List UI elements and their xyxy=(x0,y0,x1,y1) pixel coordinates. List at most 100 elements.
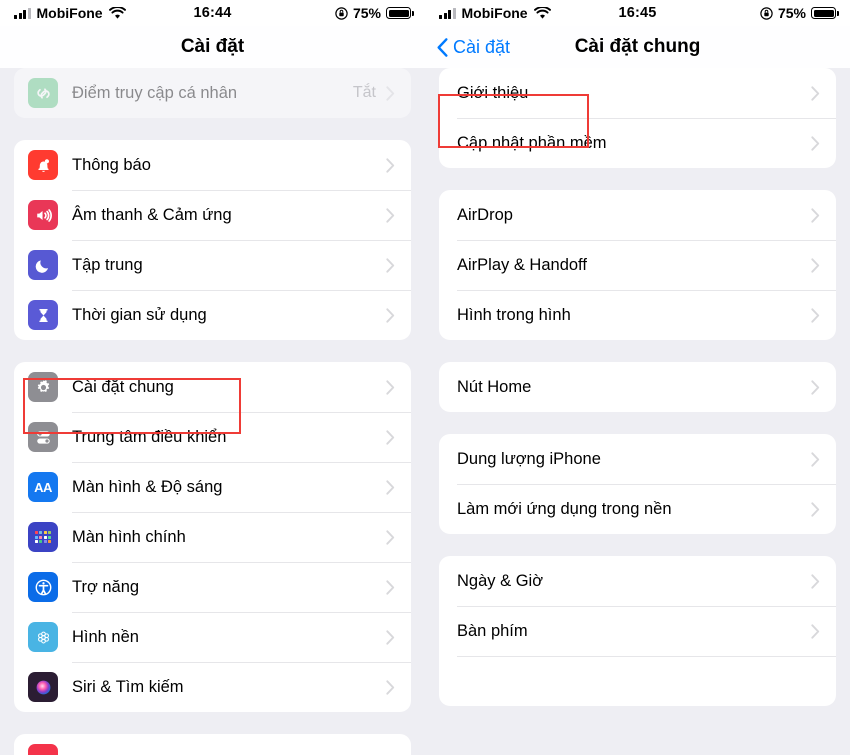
battery-percent-label: 75% xyxy=(352,5,381,21)
rotation-lock-icon xyxy=(335,6,348,20)
right-settings-list[interactable]: Giới thiệu Cập nhật phần mềm AirDrop Air… xyxy=(425,68,850,755)
settings-row-label: Làm mới ứng dụng trong nền xyxy=(457,499,672,518)
settings-row-label: Nút Home xyxy=(457,377,532,396)
chevron-right-icon xyxy=(386,579,395,595)
settings-row-b-n-ph-m[interactable]: Bàn phím xyxy=(439,606,836,656)
settings-row-m-n-h-nh-s-ng[interactable]: AA Màn hình & Độ sáng xyxy=(14,462,411,512)
settings-row-label: AirPlay & Handoff xyxy=(457,255,587,274)
settings-row-label: Siri & Tìm kiếm xyxy=(72,677,184,696)
settings-row-i-m-truy-c-p-c-nh-n[interactable]: Điểm truy cập cá nhân Tắt xyxy=(14,68,411,118)
chevron-right-icon xyxy=(811,623,820,639)
settings-row-label: Thời gian sử dụng xyxy=(72,305,207,324)
settings-row-label: Màn hình chính xyxy=(72,527,186,546)
chevron-right-icon xyxy=(811,85,820,101)
left-settings-list[interactable]: Điểm truy cập cá nhân Tắt Thông báo Âm th… xyxy=(0,68,425,755)
settings-row-label: Trung tâm điều khiển xyxy=(72,427,227,446)
focus-moon-icon xyxy=(28,250,58,280)
settings-row-m-thanh-c-m-ng[interactable]: Âm thanh & Cảm ứng xyxy=(14,190,411,240)
chevron-right-icon xyxy=(386,629,395,645)
settings-row-label: Giới thiệu xyxy=(457,83,529,102)
status-bar-right: 75% xyxy=(760,5,839,21)
settings-row-label: Ngày & Giờ xyxy=(457,571,544,590)
right-phone-screen: MobiFone 16:45 75% Cài đặt Cài đặt chung… xyxy=(425,0,850,755)
wallpaper-flower-icon xyxy=(28,622,58,652)
right-status-bar: MobiFone 16:45 75% xyxy=(425,0,850,26)
chevron-right-icon xyxy=(386,207,395,223)
right-nav-bar: Cài đặt Cài đặt chung xyxy=(425,26,850,68)
left-phone-screen: MobiFone 16:44 75% Cài đặt Điểm truy cập… xyxy=(0,0,425,755)
settings-group: Cài đặt chung Trung tâm điều khiển AA Màn… xyxy=(14,362,411,712)
settings-row-dung-l-ng-iphone[interactable]: Dung lượng iPhone xyxy=(439,434,836,484)
sound-speaker-icon xyxy=(28,200,58,230)
chevron-right-icon xyxy=(811,307,820,323)
settings-row-label: Hình trong hình xyxy=(457,305,571,324)
siri-orb-icon xyxy=(28,672,58,702)
battery-percent-label: 75% xyxy=(777,5,806,21)
settings-group: Dung lượng iPhone Làm mới ứng dụng trong… xyxy=(439,434,836,534)
status-bar-right: 75% xyxy=(335,5,414,21)
settings-row-siri-t-m-ki-m[interactable]: Siri & Tìm kiếm xyxy=(14,662,411,712)
settings-group: Nút Home xyxy=(439,362,836,412)
settings-row-label: Bàn phím xyxy=(457,621,528,640)
left-status-bar: MobiFone 16:44 75% xyxy=(0,0,425,26)
general-gear-icon xyxy=(28,372,58,402)
back-button[interactable]: Cài đặt xyxy=(425,37,510,58)
chevron-right-icon xyxy=(386,85,395,101)
chevron-right-icon xyxy=(386,379,395,395)
settings-row-c-i-t-chung[interactable]: Cài đặt chung xyxy=(14,362,411,412)
settings-row-label: Dung lượng iPhone xyxy=(457,449,601,468)
settings-row-h-nh-n-n[interactable]: Hình nền xyxy=(14,612,411,662)
page-title: Cài đặt xyxy=(180,36,245,57)
settings-row-label: Cập nhật phần mềm xyxy=(457,133,607,152)
settings-row-label: Hình nền xyxy=(72,627,139,646)
settings-row-th-i-gian-s-d-ng[interactable]: Thời gian sử dụng xyxy=(14,290,411,340)
red-app-icon xyxy=(28,744,58,755)
settings-row-l-m-m-i-ng-d-ng-trong-n-n[interactable]: Làm mới ứng dụng trong nền xyxy=(439,484,836,534)
chevron-right-icon xyxy=(811,501,820,517)
control-center-toggles-icon xyxy=(28,422,58,452)
settings-row-row[interactable] xyxy=(439,656,836,706)
battery-icon xyxy=(811,7,839,19)
screen-time-hourglass-icon xyxy=(28,300,58,330)
settings-row-gi-i-thi-u[interactable]: Giới thiệu xyxy=(439,68,836,118)
left-nav-bar: Cài đặt xyxy=(0,26,425,68)
settings-group: AirDrop AirPlay & Handoff Hình trong hìn… xyxy=(439,190,836,340)
chevron-left-icon xyxy=(437,37,448,57)
settings-row-tr-n-ng[interactable]: Trợ năng xyxy=(14,562,411,612)
settings-group: Ngày & Giờ Bàn phím xyxy=(439,556,836,706)
settings-row-label: Thông báo xyxy=(72,155,151,174)
settings-row-airplay-handoff[interactable]: AirPlay & Handoff xyxy=(439,240,836,290)
settings-row-label: Tập trung xyxy=(72,255,143,274)
settings-row-c-p-nh-t-ph-n-m-m[interactable]: Cập nhật phần mềm xyxy=(439,118,836,168)
settings-row-red-app-icon[interactable] xyxy=(14,734,411,755)
settings-row-th-ng-b-o[interactable]: Thông báo xyxy=(14,140,411,190)
chevron-right-icon xyxy=(811,257,820,273)
settings-row-ng-y-gi[interactable]: Ngày & Giờ xyxy=(439,556,836,606)
settings-group: Điểm truy cập cá nhân Tắt xyxy=(14,68,411,118)
home-screen-grid-icon xyxy=(28,522,58,552)
settings-row-label: Màn hình & Độ sáng xyxy=(72,477,223,496)
settings-row-value: Tắt xyxy=(352,84,376,101)
chevron-right-icon xyxy=(386,679,395,695)
chevron-right-icon xyxy=(386,157,395,173)
battery-icon xyxy=(386,7,414,19)
settings-row-h-nh-trong-h-nh[interactable]: Hình trong hình xyxy=(439,290,836,340)
settings-row-t-p-trung[interactable]: Tập trung xyxy=(14,240,411,290)
settings-row-label: Cài đặt chung xyxy=(72,377,174,396)
chevron-right-icon xyxy=(811,379,820,395)
settings-row-n-t-home[interactable]: Nút Home xyxy=(439,362,836,412)
notifications-bell-icon xyxy=(28,150,58,180)
settings-row-trung-t-m-i-u-khi-n[interactable]: Trung tâm điều khiển xyxy=(14,412,411,462)
settings-row-m-n-h-nh-ch-nh[interactable]: Màn hình chính xyxy=(14,512,411,562)
chevron-right-icon xyxy=(386,307,395,323)
settings-group xyxy=(14,734,411,755)
dual-phone-screenshot: MobiFone 16:44 75% Cài đặt Điểm truy cập… xyxy=(0,0,850,755)
settings-row-label: AirDrop xyxy=(457,205,513,224)
settings-row-airdrop[interactable]: AirDrop xyxy=(439,190,836,240)
back-button-label: Cài đặt xyxy=(453,36,511,57)
settings-group: Giới thiệu Cập nhật phần mềm xyxy=(439,68,836,168)
chevron-right-icon xyxy=(386,479,395,495)
display-brightness-aa-icon: AA xyxy=(28,472,58,502)
chevron-right-icon xyxy=(811,451,820,467)
settings-row-label: Điểm truy cập cá nhân xyxy=(72,83,238,102)
